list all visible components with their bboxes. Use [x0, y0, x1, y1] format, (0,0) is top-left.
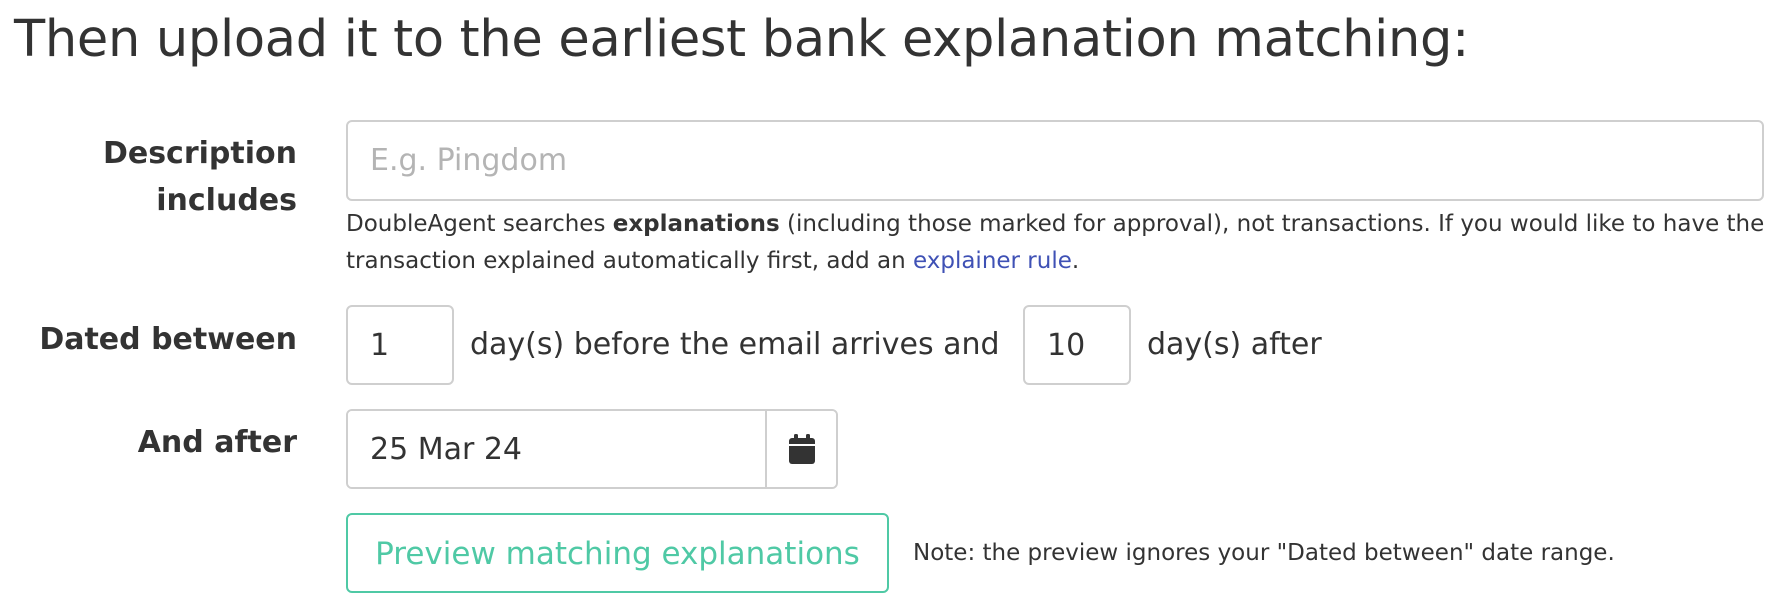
calendar-icon [788, 434, 815, 464]
days-before-text: day(s) before the email arrives and [470, 327, 1000, 362]
description-input[interactable] [346, 120, 1764, 201]
days-after-text: day(s) after [1147, 327, 1322, 362]
description-help-text: DoubleAgent searches explanations (inclu… [346, 206, 1766, 280]
and-after-label: And after [137, 425, 297, 460]
days-before-input[interactable] [346, 305, 454, 385]
help-bold-explanations: explanations [612, 211, 780, 237]
date-picker-group [346, 409, 838, 489]
description-label: Description includes [102, 136, 297, 218]
days-after-input[interactable] [1023, 305, 1131, 385]
preview-matching-explanations-button[interactable]: Preview matching explanations [346, 513, 889, 593]
preview-note: Note: the preview ignores your "Dated be… [913, 540, 1615, 566]
dated-between-label: Dated between [39, 322, 297, 357]
section-heading: Then upload it to the earliest bank expl… [14, 10, 1469, 69]
help-suffix: . [1071, 248, 1080, 274]
explainer-rule-link[interactable]: explainer rule [913, 248, 1072, 274]
and-after-date-input[interactable] [348, 411, 765, 487]
help-prefix: DoubleAgent searches [346, 211, 613, 237]
calendar-button[interactable] [765, 411, 836, 487]
